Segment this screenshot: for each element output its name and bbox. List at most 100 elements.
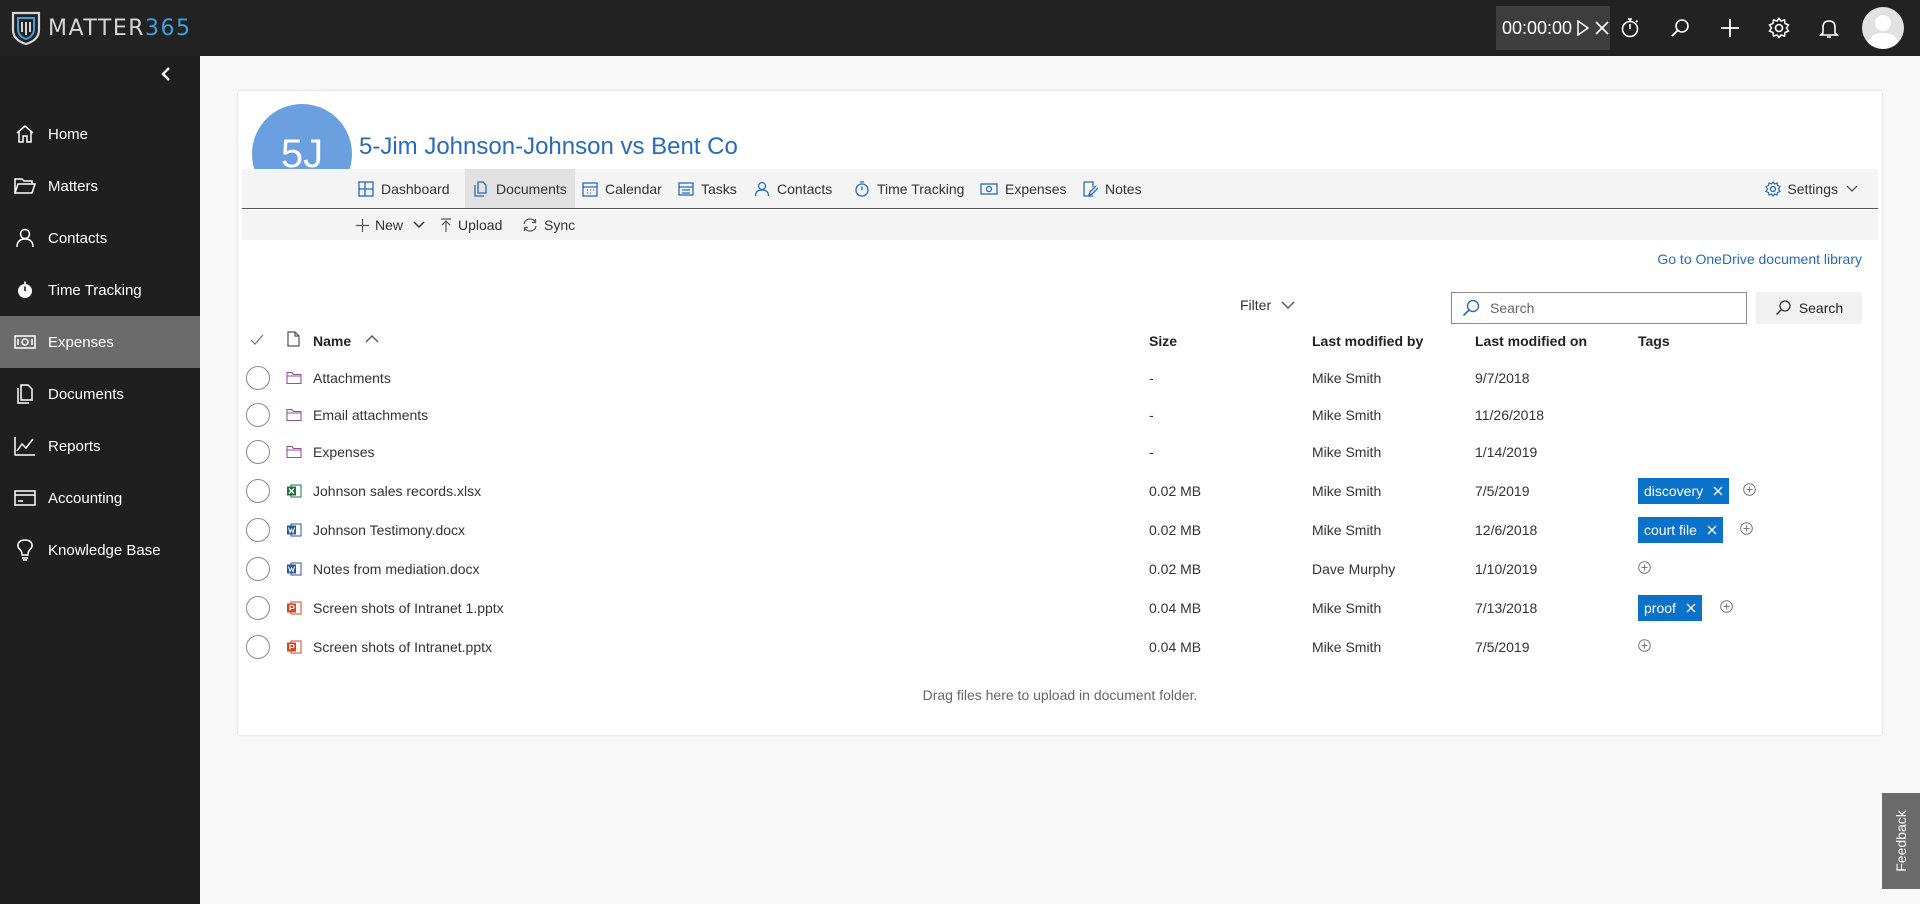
- row-select-checkbox[interactable]: [246, 403, 270, 427]
- file-name[interactable]: Screen shots of Intranet.pptx: [313, 639, 492, 655]
- powerpoint-file-icon: [286, 639, 302, 655]
- tag-chip[interactable]: proof: [1638, 595, 1702, 621]
- row-select-checkbox[interactable]: [246, 479, 270, 503]
- sidebar-item-label: Accounting: [48, 489, 123, 507]
- sidebar-item-contacts[interactable]: Contacts: [0, 212, 200, 264]
- gear-icon[interactable]: [1765, 14, 1793, 42]
- column-header-modified-on[interactable]: Last modified on: [1475, 333, 1587, 349]
- add-tag-icon[interactable]: [1743, 483, 1756, 496]
- table-row[interactable]: Attachments - Mike Smith 9/7/2018: [238, 361, 1882, 395]
- search-field[interactable]: [1451, 292, 1747, 324]
- home-icon: [14, 123, 36, 145]
- settings-label: Settings: [1787, 180, 1838, 197]
- stopwatch-icon[interactable]: [1616, 14, 1644, 42]
- folder-open-icon: [14, 175, 36, 197]
- file-name[interactable]: Notes from mediation.docx: [313, 561, 480, 577]
- feedback-button[interactable]: Feedback: [1882, 793, 1920, 889]
- collapse-sidebar-icon[interactable]: [158, 66, 174, 82]
- column-header-size[interactable]: Size: [1149, 333, 1177, 349]
- tag-label: court file: [1644, 522, 1697, 538]
- add-icon[interactable]: [1716, 14, 1744, 42]
- tag-chip[interactable]: discovery: [1638, 478, 1730, 504]
- search-input[interactable]: [1490, 300, 1740, 316]
- row-select-checkbox[interactable]: [246, 635, 270, 659]
- sidebar-item-label: Time Tracking: [48, 281, 142, 299]
- new-button[interactable]: New: [356, 210, 425, 240]
- tab-dashboard[interactable]: Dashboard: [350, 169, 458, 208]
- search-button[interactable]: Search: [1756, 292, 1862, 324]
- column-header-modified-by[interactable]: Last modified by: [1312, 333, 1423, 349]
- add-tag-icon[interactable]: [1638, 561, 1651, 574]
- table-row[interactable]: Expenses - Mike Smith 1/14/2019: [238, 435, 1882, 469]
- file-name[interactable]: Email attachments: [313, 407, 428, 423]
- table-row[interactable]: Email attachments - Mike Smith 11/26/201…: [238, 398, 1882, 432]
- tab-documents[interactable]: Documents: [465, 169, 575, 208]
- sidebar-item-home[interactable]: Home: [0, 108, 200, 160]
- sidebar-nav: Home Matters Contacts Time Tracking Expe…: [0, 108, 200, 576]
- close-icon[interactable]: [1594, 20, 1610, 36]
- tab-expenses[interactable]: Expenses: [972, 169, 1074, 208]
- search-button-label: Search: [1798, 300, 1844, 316]
- remove-tag-icon[interactable]: [1707, 525, 1717, 535]
- row-select-checkbox[interactable]: [246, 596, 270, 620]
- tag-label: proof: [1644, 600, 1676, 616]
- money-icon: [14, 331, 36, 353]
- file-size: -: [1149, 407, 1154, 423]
- add-tag-icon[interactable]: [1740, 522, 1753, 535]
- table-row[interactable]: Johnson sales records.xlsx 0.02 MB Mike …: [238, 474, 1882, 508]
- row-select-checkbox[interactable]: [246, 440, 270, 464]
- sidebar-item-documents[interactable]: Documents: [0, 368, 200, 420]
- tab-tasks[interactable]: Tasks: [670, 169, 745, 208]
- add-tag-icon[interactable]: [1720, 600, 1733, 613]
- search-icon[interactable]: [1666, 14, 1694, 42]
- table-row[interactable]: Notes from mediation.docx 0.02 MB Dave M…: [238, 552, 1882, 586]
- table-row[interactable]: Johnson Testimony.docx 0.02 MB Mike Smit…: [238, 513, 1882, 547]
- sidebar-item-accounting[interactable]: Accounting: [0, 472, 200, 524]
- table-row[interactable]: Screen shots of Intranet.pptx 0.04 MB Mi…: [238, 630, 1882, 664]
- sidebar-item-reports[interactable]: Reports: [0, 420, 200, 472]
- person-icon: [754, 181, 770, 197]
- bell-icon[interactable]: [1815, 14, 1843, 42]
- file-modified-by: Mike Smith: [1312, 522, 1382, 538]
- user-silhouette-icon: [1867, 15, 1899, 49]
- sidebar-item-label: Documents: [48, 385, 124, 403]
- sort-ascending-icon[interactable]: [365, 334, 379, 343]
- app-logo[interactable]: MATTER365: [10, 8, 192, 48]
- file-type-header-icon[interactable]: [287, 331, 300, 347]
- file-name[interactable]: Screen shots of Intranet 1.pptx: [313, 600, 504, 616]
- settings-dropdown[interactable]: Settings: [1765, 169, 1858, 208]
- file-modified-on: 7/5/2019: [1475, 483, 1530, 499]
- sidebar-item-expenses[interactable]: Expenses: [0, 316, 200, 368]
- file-modified-by: Dave Murphy: [1312, 561, 1396, 577]
- file-name[interactable]: Johnson Testimony.docx: [313, 522, 465, 538]
- row-select-checkbox[interactable]: [246, 557, 270, 581]
- file-name[interactable]: Johnson sales records.xlsx: [313, 483, 481, 499]
- sidebar-item-label: Reports: [48, 437, 101, 455]
- tab-contacts[interactable]: Contacts: [746, 169, 840, 208]
- sidebar-item-matters[interactable]: Matters: [0, 160, 200, 212]
- upload-button[interactable]: Upload: [440, 210, 502, 240]
- tab-time-tracking[interactable]: Time Tracking: [846, 169, 972, 208]
- onedrive-link[interactable]: Go to OneDrive document library: [1657, 251, 1862, 267]
- tab-notes[interactable]: Notes: [1074, 169, 1150, 208]
- tab-calendar[interactable]: Calendar: [574, 169, 670, 208]
- sidebar-item-time-tracking[interactable]: Time Tracking: [0, 264, 200, 316]
- filter-dropdown[interactable]: Filter: [1240, 297, 1295, 313]
- sidebar-item-knowledge-base[interactable]: Knowledge Base: [0, 524, 200, 576]
- row-select-checkbox[interactable]: [246, 518, 270, 542]
- user-avatar[interactable]: [1862, 7, 1904, 49]
- sync-button[interactable]: Sync: [522, 210, 575, 240]
- row-select-checkbox[interactable]: [246, 366, 270, 390]
- remove-tag-icon[interactable]: [1713, 486, 1723, 496]
- column-header-name[interactable]: Name: [313, 333, 351, 349]
- file-size: 0.02 MB: [1149, 522, 1202, 538]
- play-icon[interactable]: [1576, 20, 1590, 36]
- add-tag-icon[interactable]: [1638, 639, 1651, 652]
- file-name[interactable]: Attachments: [313, 370, 391, 386]
- tasks-icon: [678, 181, 694, 197]
- file-name[interactable]: Expenses: [313, 444, 374, 460]
- select-all-check-icon[interactable]: [250, 334, 264, 346]
- remove-tag-icon[interactable]: [1686, 603, 1696, 613]
- table-row[interactable]: Screen shots of Intranet 1.pptx 0.04 MB …: [238, 591, 1882, 625]
- tag-chip[interactable]: court file: [1638, 517, 1723, 543]
